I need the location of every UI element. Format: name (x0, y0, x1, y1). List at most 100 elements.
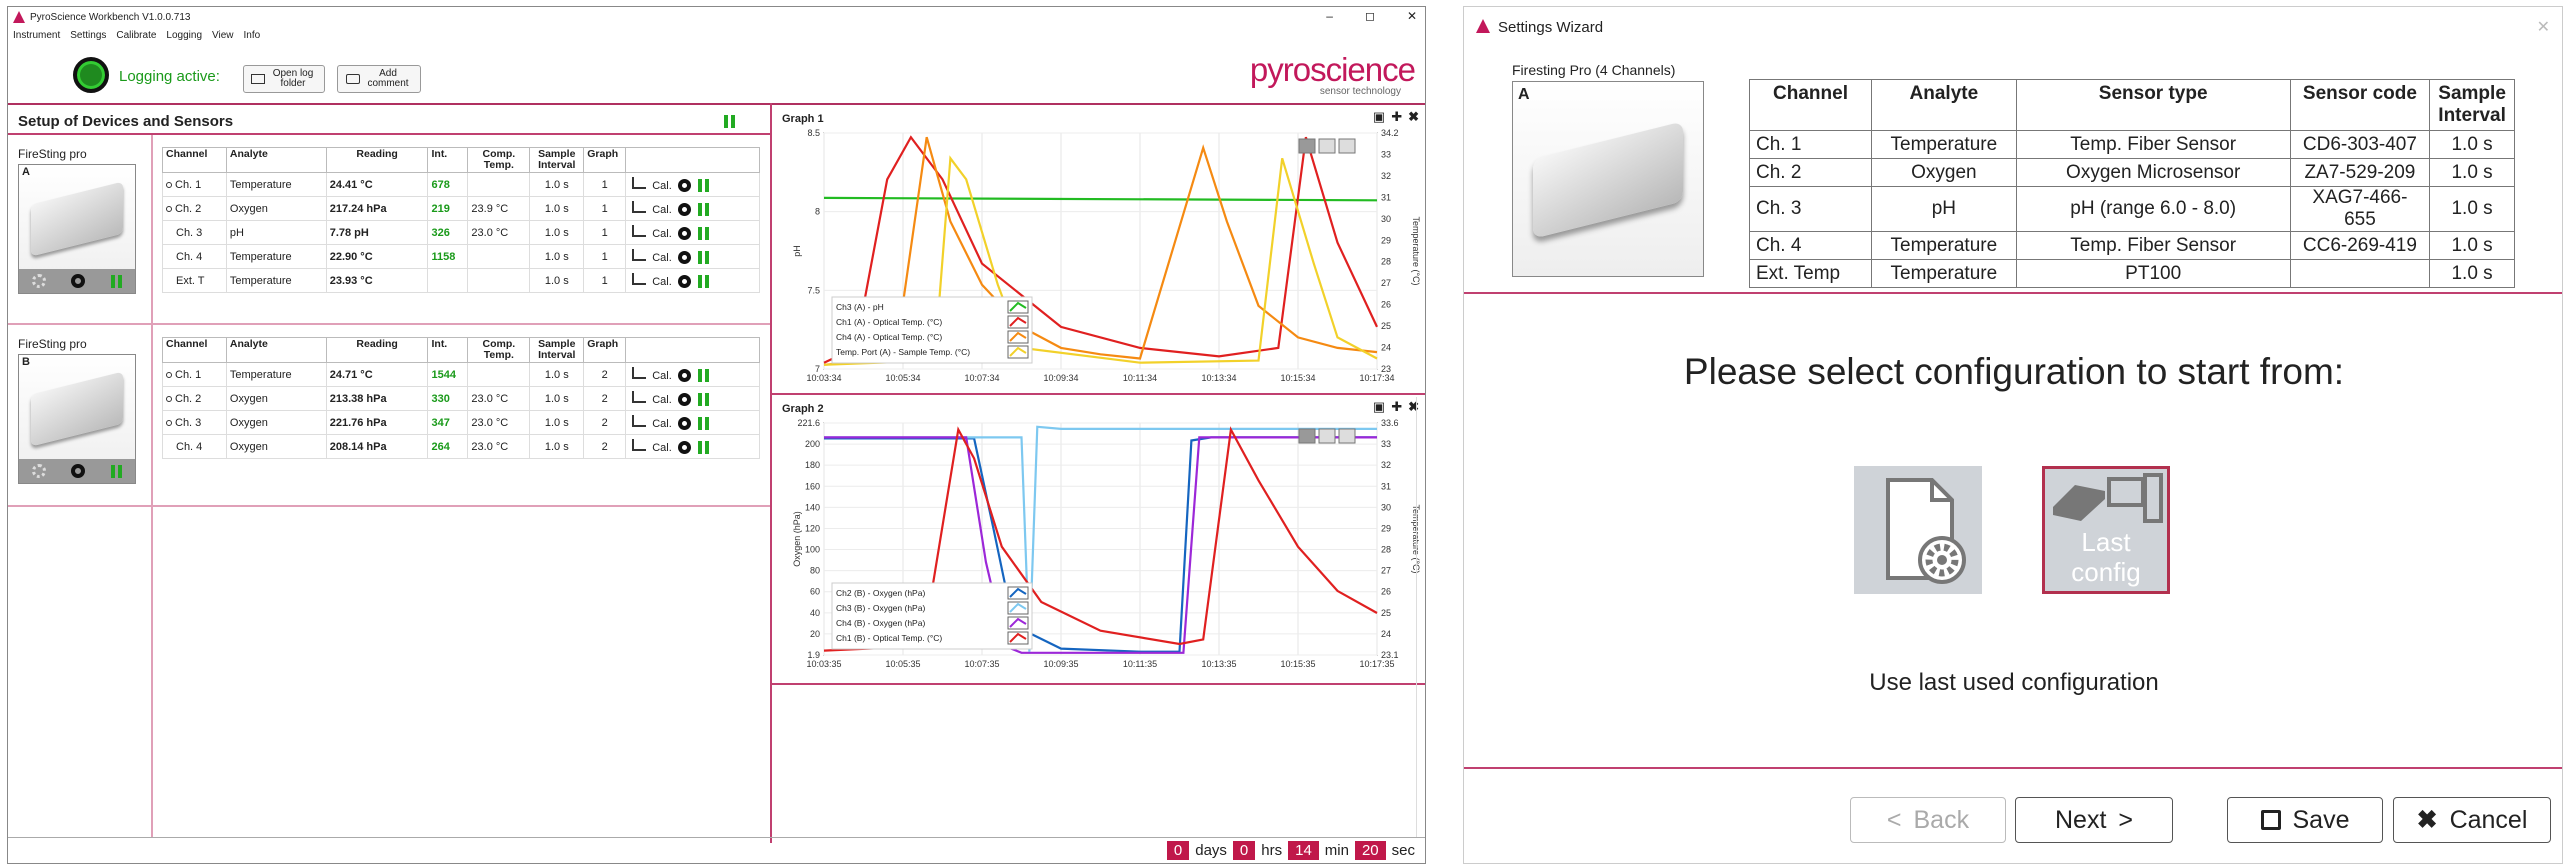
channel-gear-icon[interactable] (677, 227, 691, 241)
next-button[interactable]: Next > (2015, 797, 2173, 843)
chart-icon[interactable] (632, 366, 647, 379)
close-button[interactable]: ✕ (1407, 9, 1417, 23)
open-log-folder-button[interactable]: Open log folder (243, 65, 325, 93)
graph2-chart[interactable]: 10:03:35 10:05:35 10:07:35 10:09:35 10:11:35… (772, 417, 1426, 679)
chart-icon[interactable] (632, 224, 647, 237)
chart-hand-icon[interactable] (1338, 138, 1356, 154)
channel-row[interactable]: Ch. 1 Temperature 24.71 °C 1544 1.0 s 2 Cal. (162, 362, 760, 387)
vertical-scrollbar[interactable] (1416, 397, 1425, 837)
menu-view[interactable]: View (212, 30, 234, 41)
chart-icon[interactable] (632, 414, 647, 427)
channel-row[interactable]: Ch. 1 Temperature 24.41 °C 678 1.0 s 1 Cal. (162, 172, 760, 197)
channel-pause-icon[interactable] (697, 227, 709, 241)
channel-pause-icon[interactable] (697, 441, 709, 455)
channel-row[interactable]: Ext. T Temperature 23.93 °C 1.0 s 1 Cal. (162, 268, 760, 293)
device-b-gear-icon[interactable] (71, 464, 86, 478)
y2-tick-label: 28 (1381, 545, 1391, 555)
channel-gear-icon[interactable] (677, 251, 691, 265)
graph1-pin-icon[interactable]: ✚ (1391, 109, 1402, 125)
channel-gear-icon[interactable] (677, 275, 691, 289)
cal-button[interactable]: Cal. (652, 252, 672, 264)
menu-logging[interactable]: Logging (166, 30, 202, 41)
chart-icon[interactable] (632, 390, 647, 403)
y2-tick-label: 25 (1381, 608, 1391, 618)
channel-row[interactable]: Ch. 3 pH 7.78 pH 326 23.0 °C 1.0 s 1 Cal. (162, 220, 760, 245)
cal-button[interactable]: Cal. (652, 204, 672, 216)
channel-cell: Ch. 4 (162, 244, 227, 269)
graph2-pin-icon[interactable]: ✚ (1391, 399, 1402, 415)
channel-name: Ch. 3 (175, 416, 202, 429)
chart-pan-icon[interactable] (1298, 428, 1316, 444)
channel-pause-icon[interactable] (697, 203, 709, 217)
config-file-option[interactable] (1854, 466, 1982, 594)
channel-pause-icon[interactable] (697, 393, 709, 407)
y-tick-label: 8 (815, 207, 820, 217)
chart-pan-icon[interactable] (1298, 138, 1316, 154)
channel-gear-icon[interactable] (677, 417, 691, 431)
chart-icon[interactable] (632, 438, 647, 451)
cal-button[interactable]: Cal. (652, 418, 672, 430)
channel-name: Ch. 1 (175, 178, 202, 191)
cal-button[interactable]: Cal. (652, 394, 672, 406)
device-a-settings-icon[interactable] (31, 274, 46, 288)
channel-row[interactable]: Ch. 4 Temperature 22.90 °C 1158 1.0 s 1 Cal. (162, 244, 760, 269)
channel-row[interactable]: Ch. 2 Oxygen 213.38 hPa 330 23.0 °C 1.0 s 2 Cal… (162, 386, 760, 411)
pause-all-icon[interactable] (724, 115, 735, 128)
col-analyte: Analyte (225, 337, 327, 363)
device-a-pause-icon[interactable] (111, 274, 123, 288)
cal-button[interactable]: Cal. (652, 228, 672, 240)
cal-button[interactable]: Cal. (652, 442, 672, 454)
channel-row[interactable]: Ch. 3 Oxygen 221.76 hPa 347 23.0 °C 1.0 s 2 Cal… (162, 410, 760, 435)
graph1-close-icon[interactable]: ✖ (1408, 109, 1419, 125)
channel-gear-icon[interactable] (677, 369, 691, 383)
device-a-gear-icon[interactable] (71, 274, 86, 288)
cal-button[interactable]: Cal. (652, 180, 672, 192)
channel-pause-icon[interactable] (697, 179, 709, 193)
graph1-export-icon[interactable]: ▣ (1373, 109, 1385, 125)
analyte-cell: Temperature (225, 172, 327, 197)
channel-gear-icon[interactable] (677, 393, 691, 407)
channel-gear-icon[interactable] (677, 179, 691, 193)
channel-row[interactable]: Ch. 2 Oxygen 217.24 hPa 219 23.9 °C 1.0 s 1 Cal… (162, 196, 760, 221)
menu-info[interactable]: Info (244, 30, 261, 41)
graph-cell: 2 (583, 410, 627, 435)
cancel-button[interactable]: ✖ Cancel (2393, 797, 2551, 843)
graph1-chart[interactable]: 10:03:34 10:05:34 10:07:34 10:09:34 10:11:34… (772, 127, 1426, 393)
device-b-table-header: Channel Analyte Reading Int. Comp. Temp.… (162, 337, 760, 363)
chart-icon[interactable] (632, 200, 647, 213)
wizard-close-icon[interactable]: ✕ (2537, 17, 2550, 37)
channel-pause-icon[interactable] (697, 369, 709, 383)
menu-instrument[interactable]: Instrument (13, 30, 60, 41)
legend-entry: Ch2 (B) - Oxygen (hPa) (836, 588, 925, 598)
maximize-button[interactable]: ◻ (1365, 9, 1375, 23)
menu-calibrate[interactable]: Calibrate (116, 30, 156, 41)
channel-gear-icon[interactable] (677, 441, 691, 455)
minimize-button[interactable]: – (1326, 9, 1333, 23)
channel-pause-icon[interactable] (697, 275, 709, 289)
cal-button[interactable]: Cal. (652, 370, 672, 382)
back-label: Back (1913, 805, 1970, 834)
wiz-sample-interval-cell: 1.0 s (2429, 259, 2515, 288)
chart-icon[interactable] (632, 272, 647, 285)
add-comment-button[interactable]: Add comment (337, 65, 421, 93)
save-button[interactable]: Save (2227, 797, 2383, 843)
channel-pause-icon[interactable] (697, 251, 709, 265)
channel-gear-icon[interactable] (677, 203, 691, 217)
device-b-pause-icon[interactable] (111, 464, 123, 478)
chart-zoom-icon[interactable] (1318, 138, 1336, 154)
sample-interval-cell: 1.0 s (529, 196, 585, 221)
chart-zoom-icon[interactable] (1318, 428, 1336, 444)
chart-icon[interactable] (632, 248, 647, 261)
cal-button[interactable]: Cal. (652, 276, 672, 288)
device-b-settings-icon[interactable] (31, 464, 46, 478)
last-config-option[interactable]: Last config (2042, 466, 2170, 594)
channel-pause-icon[interactable] (697, 417, 709, 431)
graph2-export-icon[interactable]: ▣ (1373, 399, 1385, 415)
chart-hand-icon[interactable] (1338, 428, 1356, 444)
back-button[interactable]: < Back (1850, 797, 2006, 843)
active-channel-icon (166, 205, 172, 212)
chart-icon[interactable] (632, 176, 647, 189)
menu-bar: Instrument Settings Calibrate Logging Vi… (8, 27, 1425, 43)
channel-row[interactable]: Ch. 4 Oxygen 208.14 hPa 264 23.0 °C 1.0 s 2 Cal… (162, 434, 760, 459)
menu-settings[interactable]: Settings (70, 30, 106, 41)
